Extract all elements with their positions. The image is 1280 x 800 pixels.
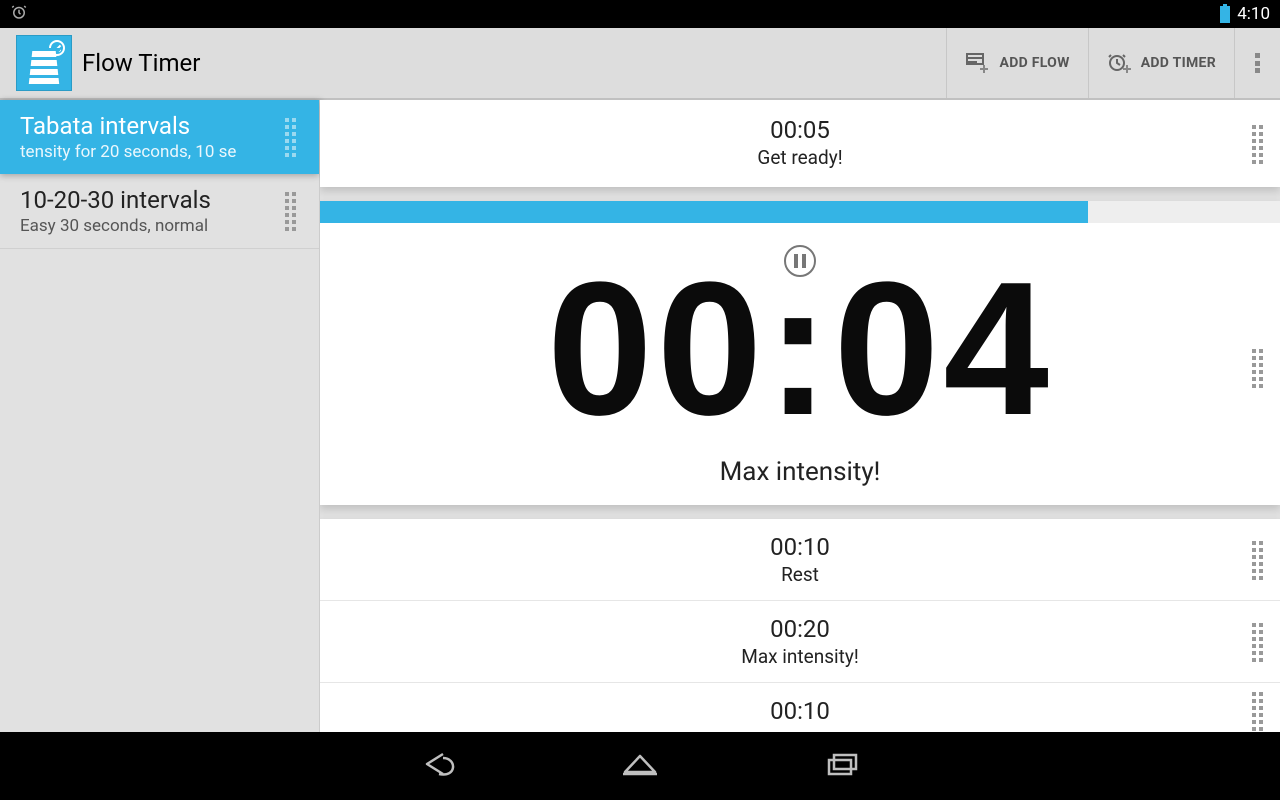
add-flow-button[interactable]: ADD FLOW [946,28,1087,98]
drag-handle-icon[interactable] [285,118,303,156]
flow-title: Tabata intervals [20,112,279,140]
flow-item-102030[interactable]: 10-20-30 intervals Easy 30 seconds, norm… [0,174,319,249]
timer-main: 00:05 Get ready! 00:04 Max intensity! 00… [320,100,1280,732]
timer-time: 00:10 [320,533,1280,561]
flow-subtitle: Easy 30 seconds, normal [20,216,279,236]
timer-list-upcoming: 00:10 Rest 00:20 Max intensity! 00:10 [320,519,1280,732]
timer-row[interactable]: 00:20 Max intensity! [320,601,1280,683]
progress-fill [320,201,1088,223]
status-bar: 4:10 [0,0,1280,28]
sidebar: Tabata intervals tensity for 20 seconds,… [0,100,320,732]
timer-label: Max intensity! [320,645,1280,668]
nav-recent-button[interactable] [821,748,863,784]
add-flow-label: ADD FLOW [999,55,1069,71]
drag-handle-icon[interactable] [1252,692,1270,730]
nav-bar [0,732,1280,800]
add-timer-label: ADD TIMER [1141,55,1216,71]
drag-handle-icon[interactable] [1252,125,1270,163]
flow-item-tabata[interactable]: Tabata intervals tensity for 20 seconds,… [0,100,319,174]
drag-handle-icon[interactable] [1252,623,1270,661]
drag-handle-icon[interactable] [285,192,303,230]
timer-label: Rest [320,563,1280,586]
progress-bar [320,201,1280,223]
flow-subtitle: tensity for 20 seconds, 10 se [20,142,279,162]
add-flow-icon [965,52,991,74]
overflow-menu-button[interactable] [1234,28,1280,98]
overflow-icon [1255,53,1260,73]
flow-title: 10-20-30 intervals [20,186,279,214]
status-time: 4:10 [1237,4,1270,24]
timer-card-active[interactable]: 00:04 Max intensity! [320,201,1280,505]
timer-time: 00:05 [320,116,1280,144]
add-timer-button[interactable]: ADD TIMER [1088,28,1234,98]
add-timer-icon [1107,52,1133,74]
action-bar: Flow Timer ADD FLOW ADD TIMER [0,28,1280,100]
timer-row[interactable]: 00:10 Rest [320,519,1280,601]
nav-back-button[interactable] [417,748,459,784]
active-timer-time: 00:04 [320,273,1280,425]
alarm-icon [10,3,28,25]
timer-row[interactable]: 00:10 [320,683,1280,732]
app-icon [16,35,72,91]
timer-time: 00:20 [320,615,1280,643]
drag-handle-icon[interactable] [1252,541,1270,579]
timer-card-prev[interactable]: 00:05 Get ready! [320,100,1280,187]
app-title: Flow Timer [82,49,200,77]
timer-label: Get ready! [320,146,1280,169]
nav-home-button[interactable] [619,748,661,784]
battery-icon [1219,4,1231,24]
active-timer-label: Max intensity! [320,457,1280,487]
timer-time: 00:10 [320,697,1280,725]
drag-handle-icon[interactable] [1252,349,1270,387]
